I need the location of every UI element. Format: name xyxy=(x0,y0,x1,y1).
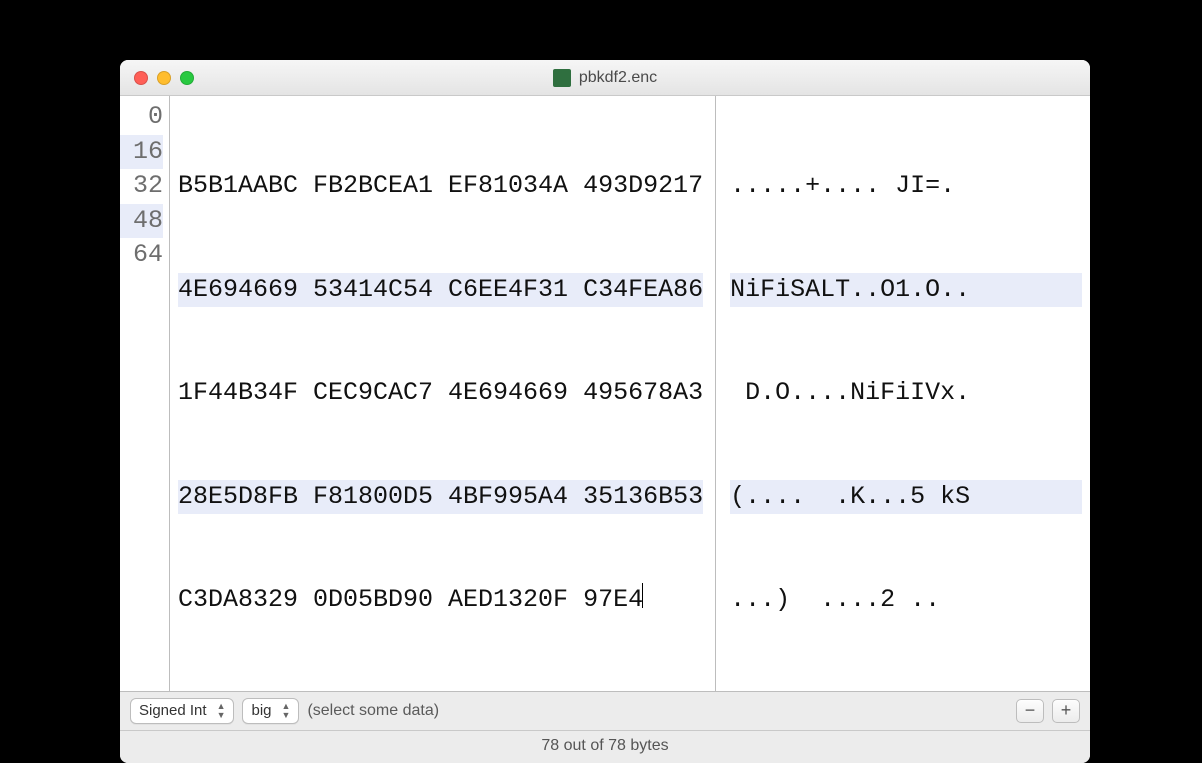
ascii-row[interactable]: .....+.... JI=. xyxy=(730,169,1082,204)
offset-cell: 64 xyxy=(120,238,163,273)
offset-cell: 16 xyxy=(120,135,163,170)
minus-icon: − xyxy=(1025,700,1036,721)
type-select-label: Signed Int xyxy=(139,702,207,719)
window-controls xyxy=(134,71,194,85)
inspector-toolbar: Signed Int ▲▼ big ▲▼ (select some data) … xyxy=(120,692,1090,731)
titlebar[interactable]: pbkdf2.enc xyxy=(120,60,1090,96)
hex-row[interactable]: B5B1AABC FB2BCEA1 EF81034A 493D9217 xyxy=(178,169,703,204)
hex-column[interactable]: B5B1AABC FB2BCEA1 EF81034A 493D9217 4E69… xyxy=(170,96,716,691)
close-icon[interactable] xyxy=(134,71,148,85)
ascii-row[interactable]: ...) ....2 .. xyxy=(730,583,1082,618)
zoom-icon[interactable] xyxy=(180,71,194,85)
window-title: pbkdf2.enc xyxy=(120,69,1090,87)
minus-button[interactable]: − xyxy=(1016,699,1044,723)
selection-hint: (select some data) xyxy=(307,702,439,720)
offset-cell: 32 xyxy=(120,169,163,204)
offset-cell: 0 xyxy=(120,100,163,135)
offset-gutter: 0 16 32 48 64 xyxy=(120,96,170,691)
hex-row[interactable]: 28E5D8FB F81800D5 4BF995A4 35136B53 xyxy=(178,480,703,515)
minimize-icon[interactable] xyxy=(157,71,171,85)
hex-view[interactable]: 0 16 32 48 64 B5B1AABC FB2BCEA1 EF81034A… xyxy=(120,96,1090,692)
hex-editor-window: pbkdf2.enc 0 16 32 48 64 B5B1AABC FB2BCE… xyxy=(120,60,1090,763)
hex-row[interactable]: C3DA8329 0D05BD90 AED1320F 97E4 xyxy=(178,583,703,618)
type-select[interactable]: Signed Int ▲▼ xyxy=(130,698,234,724)
title-text: pbkdf2.enc xyxy=(579,69,657,87)
hex-row[interactable]: 4E694669 53414C54 C6EE4F31 C34FEA86 xyxy=(178,273,703,308)
endian-select-label: big xyxy=(251,702,271,719)
text-caret xyxy=(642,583,643,608)
plus-button[interactable]: + xyxy=(1052,699,1080,723)
status-bar: 78 out of 78 bytes xyxy=(120,731,1090,763)
offset-cell: 48 xyxy=(120,204,163,239)
status-text: 78 out of 78 bytes xyxy=(541,737,668,754)
endian-select[interactable]: big ▲▼ xyxy=(242,698,299,724)
ascii-row[interactable]: NiFiSALT..O1.O.. xyxy=(730,273,1082,308)
chevron-updown-icon: ▲▼ xyxy=(282,702,291,720)
ascii-row[interactable]: (.... .K...5 kS xyxy=(730,480,1082,515)
file-icon xyxy=(553,69,571,87)
plus-icon: + xyxy=(1061,700,1072,721)
hex-row[interactable]: 1F44B34F CEC9CAC7 4E694669 495678A3 xyxy=(178,376,703,411)
chevron-updown-icon: ▲▼ xyxy=(217,702,226,720)
ascii-row[interactable]: D.O....NiFiIVx. xyxy=(730,376,1082,411)
ascii-column[interactable]: .....+.... JI=. NiFiSALT..O1.O.. D.O....… xyxy=(716,96,1090,691)
